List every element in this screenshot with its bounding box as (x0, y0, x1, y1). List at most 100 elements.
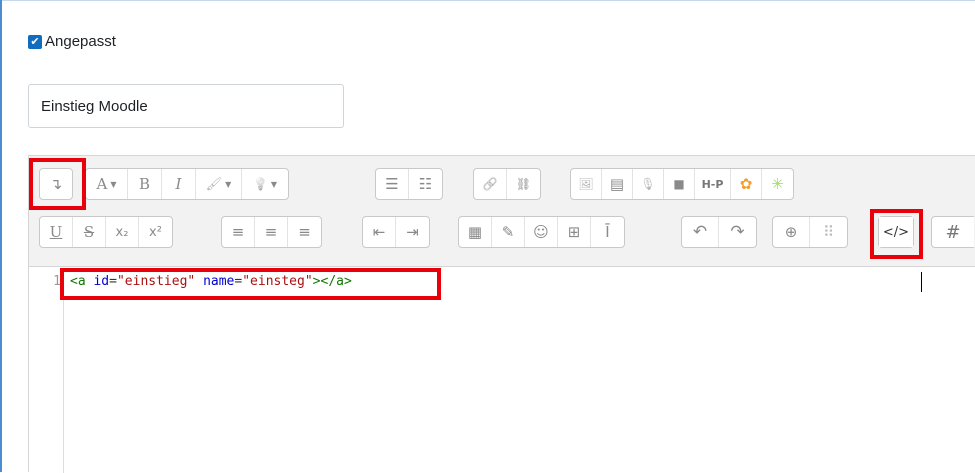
plugin-spinner-button[interactable]: ✳ (762, 169, 793, 199)
font-color-button[interactable]: A ▼ (86, 169, 128, 199)
name-input[interactable] (28, 84, 344, 128)
toolbar-group-hash: # (931, 216, 974, 248)
undo-button[interactable]: ↶ (682, 217, 719, 247)
unlink-icon: ⛓ (515, 177, 532, 191)
toolbar-group-html: </> (878, 216, 914, 248)
ordered-list-icon: ☷ (418, 175, 433, 193)
plugin-flower-icon: ✿ (739, 175, 753, 193)
align-center-button[interactable]: ≡ (255, 217, 288, 247)
undo-icon: ↶ (692, 222, 708, 242)
toolbar-group-align: ≡ ≡ ≡ (221, 216, 322, 248)
superscript-button[interactable]: x² (139, 217, 172, 247)
underline-button[interactable]: U (40, 217, 73, 247)
screenreader-helper-button[interactable]: ⠿ (810, 217, 847, 247)
unordered-list-icon: ☰ (385, 175, 399, 193)
align-right-icon: ≡ (298, 223, 311, 241)
toolbar-group-lists: ☰ ☷ (375, 168, 443, 200)
code-line[interactable]: <a id="einstieg" name="einsteg"></a> (70, 274, 352, 289)
code-token-val-id: "einstieg" (116, 274, 196, 289)
table-button[interactable]: ⊞ (558, 217, 591, 247)
accessibility-checker-icon: ⊕ (784, 223, 798, 241)
code-token-val-name: "einsteg" (242, 274, 313, 289)
html-button[interactable]: </> (879, 217, 913, 247)
plugin-flower-button[interactable]: ✿ (731, 169, 762, 199)
emoticon-button[interactable]: ☺ (525, 217, 558, 247)
background-color-button[interactable]: 🖌 ▼ (196, 169, 242, 199)
record-audio-icon: 🎙 (640, 177, 656, 191)
bold-button[interactable]: B (128, 169, 162, 199)
subscript-button[interactable]: x₂ (106, 217, 139, 247)
subscript-icon: x₂ (115, 224, 129, 240)
outdent-icon: ⇤ (372, 223, 386, 241)
h5p-icon: H-P (701, 177, 724, 191)
image-icon: 🖼 (578, 177, 594, 191)
text-cursor (921, 272, 922, 292)
equation-icon: ▦ (467, 223, 483, 241)
toolbar-group-accessibility: ⊕ ⠿ (772, 216, 848, 248)
editor-toolbar: ↴ A ▼ B I 🖌 ▼ 💡 ▼ ☰ ☷ 🔗 ⛓ 🖼 ▤ 🎙 ■ H-P ✿ … (29, 156, 975, 267)
unordered-list-button[interactable]: ☰ (376, 169, 409, 199)
table-icon: ⊞ (567, 223, 581, 241)
custom-checkbox-label: Angepasst (45, 33, 116, 50)
record-audio-button[interactable]: 🎙 (633, 169, 664, 199)
superscript-icon: x² (149, 224, 162, 240)
edit-button[interactable]: ✎ (492, 217, 525, 247)
link-button[interactable]: 🔗 (474, 169, 507, 199)
toolbar-group-history: ↶ ↷ (681, 216, 757, 248)
strikethrough-button[interactable]: S (73, 217, 106, 247)
code-token-eq: = (109, 274, 117, 289)
toolbar-group-links: 🔗 ⛓ (473, 168, 541, 200)
special-character-icon: Ī (605, 223, 610, 241)
toolbar-group-style: A ▼ B I 🖌 ▼ 💡 ▼ (85, 168, 289, 200)
align-left-icon: ≡ (231, 223, 245, 241)
underline-icon: U (49, 223, 63, 241)
media-file-icon: ▤ (609, 175, 625, 193)
record-video-icon: ■ (673, 177, 685, 191)
font-color-icon: A (96, 175, 108, 193)
show-more-button[interactable]: ↴ (40, 169, 72, 199)
screenreader-helper-icon: ⠿ (823, 223, 834, 241)
chevron-down-icon: ▼ (110, 179, 117, 189)
paragraph-style-icon: 💡 (252, 177, 268, 191)
media-button[interactable]: ▤ (602, 169, 633, 199)
bold-icon: B (138, 175, 151, 193)
link-icon: 🔗 (482, 177, 498, 191)
chevron-down-icon: ▼ (225, 179, 232, 189)
align-center-icon: ≡ (264, 223, 278, 241)
code-token-attr-name: name (203, 274, 235, 289)
toolbar-group-indent: ⇤ ⇥ (362, 216, 430, 248)
background-color-icon: 🖌 (205, 176, 223, 192)
hash-icon: # (945, 221, 961, 243)
plugin-spinner-icon: ✳ (771, 175, 784, 193)
image-button[interactable]: 🖼 (571, 169, 602, 199)
equation-button[interactable]: ▦ (459, 217, 492, 247)
align-left-button[interactable]: ≡ (222, 217, 255, 247)
custom-checkbox-row[interactable]: ✔ Angepasst (28, 33, 116, 50)
code-token-tag-close: ></a> (312, 274, 352, 289)
frame-left-border (0, 0, 2, 472)
paragraph-style-button[interactable]: 💡 ▼ (242, 169, 288, 199)
special-character-button[interactable]: Ī (591, 217, 624, 247)
h5p-button[interactable]: H-P (695, 169, 731, 199)
italic-button[interactable]: I (162, 169, 196, 199)
show-more-toggle-icon: ↴ (49, 175, 63, 193)
unlink-button[interactable]: ⛓ (507, 169, 540, 199)
record-video-button[interactable]: ■ (664, 169, 695, 199)
accessibility-checker-button[interactable]: ⊕ (773, 217, 810, 247)
redo-button[interactable]: ↷ (719, 217, 756, 247)
atto-editor: ↴ A ▼ B I 🖌 ▼ 💡 ▼ ☰ ☷ 🔗 ⛓ 🖼 ▤ 🎙 ■ H-P ✿ … (28, 155, 975, 473)
indent-button[interactable]: ⇥ (396, 217, 429, 247)
chevron-down-icon: ▼ (270, 179, 278, 189)
toolbar-group-media: 🖼 ▤ 🎙 ■ H-P ✿ ✳ (570, 168, 794, 200)
ordered-list-button[interactable]: ☷ (409, 169, 442, 199)
html-code-area[interactable]: 1 <a id="einstieg" name="einsteg"></a> (29, 268, 975, 473)
indent-icon: ⇥ (406, 223, 419, 241)
custom-checkbox[interactable]: ✔ (28, 34, 42, 49)
hash-button[interactable]: # (932, 217, 974, 247)
toolbar-group-collapse: ↴ (39, 168, 73, 200)
code-token-tag-open: <a (70, 274, 94, 289)
outdent-button[interactable]: ⇤ (363, 217, 396, 247)
align-right-button[interactable]: ≡ (288, 217, 321, 247)
code-token-attr-id: id (93, 274, 110, 289)
